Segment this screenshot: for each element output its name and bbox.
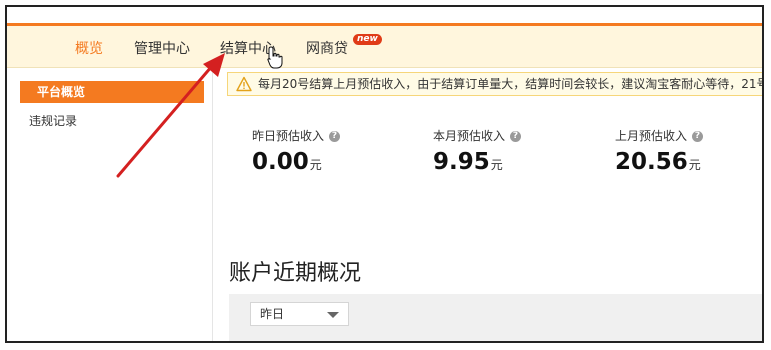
section-title: 账户近期概况 (229, 261, 362, 286)
stat-last-month: 上月预估收入? 20.56元 (615, 127, 704, 175)
stat-unit: 元 (688, 158, 701, 172)
nav-item-overview[interactable]: 概览 (75, 38, 103, 58)
sidebar-item-platform-overview[interactable]: 平台概览 (20, 81, 204, 103)
notice-bar: 每月20号结算上月预估收入，由于结算订单量大，结算时间会较长，建议淘宝客耐心等待… (227, 72, 764, 96)
stat-label: 本月预估收入 (433, 129, 506, 143)
stat-unit: 元 (309, 158, 322, 172)
notice-text: 每月20号结算上月预估收入，由于结算订单量大，结算时间会较长，建议淘宝客耐心等待… (258, 77, 764, 91)
nav-item-settlement-center[interactable]: 结算中心 (220, 38, 276, 58)
help-icon[interactable]: ? (510, 131, 522, 142)
stat-label: 上月预估收入 (615, 129, 688, 143)
date-range-value: 昨日 (260, 307, 285, 321)
sidebar: 平台概览 违规记录 (7, 68, 213, 341)
new-badge: new (353, 34, 382, 45)
stat-value: 20.56 (615, 149, 688, 175)
date-range-select[interactable]: 昨日 (250, 302, 349, 326)
help-icon[interactable]: ? (692, 131, 704, 142)
browser-frame: 概览 管理中心 结算中心 网商贷 new 平台概览 违规记录 每月20号结算上月… (5, 5, 764, 343)
help-icon[interactable]: ? (329, 131, 341, 142)
top-nav: 概览 管理中心 结算中心 网商贷 new (7, 26, 762, 68)
nav-item-management-center[interactable]: 管理中心 (134, 38, 190, 58)
stat-value: 0.00 (252, 149, 309, 175)
warning-icon (236, 76, 252, 92)
sidebar-item-violation-records[interactable]: 违规记录 (29, 112, 77, 129)
stat-this-month: 本月预估收入? 9.95元 (433, 127, 522, 175)
stat-unit: 元 (490, 158, 503, 172)
range-filter-bar: 昨日 (229, 294, 762, 341)
stat-label: 昨日预估收入 (252, 129, 325, 143)
stat-value: 9.95 (433, 149, 490, 175)
stat-yesterday: 昨日预估收入? 0.00元 (252, 127, 341, 175)
chevron-down-icon (327, 312, 339, 318)
nav-item-merchant-loan[interactable]: 网商贷 (306, 38, 348, 58)
